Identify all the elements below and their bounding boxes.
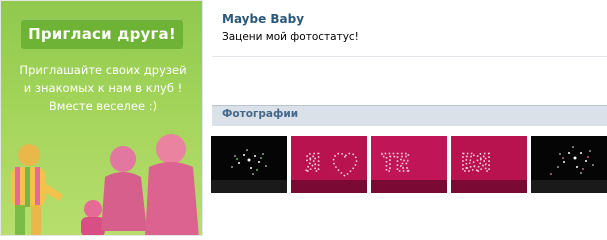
- invite-friend-banner[interactable]: Пригласи друга! Приглашайте своих друзей…: [0, 0, 203, 236]
- father-figure: [145, 134, 199, 235]
- photo-thumbnail[interactable]: БЯ: [451, 136, 527, 193]
- firework-icon: [211, 136, 287, 193]
- divider: [212, 56, 607, 57]
- mother-figure: [101, 146, 147, 231]
- photo-letter: Я: [305, 149, 319, 177]
- striped-figure: [11, 144, 63, 235]
- photo-letter: БЯ: [461, 149, 490, 177]
- photos-section-title[interactable]: Фотографии: [222, 108, 298, 120]
- banner-line: и знакомых к нам в клуб !: [23, 81, 183, 95]
- photo-letter: ТЕ: [381, 149, 410, 177]
- photo-thumbnail[interactable]: [531, 136, 607, 193]
- banner-text: Приглашайте своих друзей и знакомых к на…: [15, 61, 191, 115]
- family-illustration: [11, 134, 199, 235]
- photo-strip: Я ТЕ БЯ: [211, 136, 607, 193]
- profile-name-link[interactable]: Maybe Baby: [222, 12, 304, 26]
- firework-icon: [531, 136, 607, 193]
- photo-thumbnail[interactable]: [211, 136, 287, 193]
- banner-line: Вместе веселее :): [48, 99, 158, 113]
- photo-thumbnail[interactable]: Я: [291, 136, 367, 193]
- banner-title: Пригласи друга!: [21, 19, 183, 49]
- photo-thumbnail[interactable]: ТЕ: [371, 136, 447, 193]
- status-text: Зацени мой фотостатус!: [222, 31, 359, 43]
- banner-line: Приглашайте своих друзей: [19, 63, 187, 77]
